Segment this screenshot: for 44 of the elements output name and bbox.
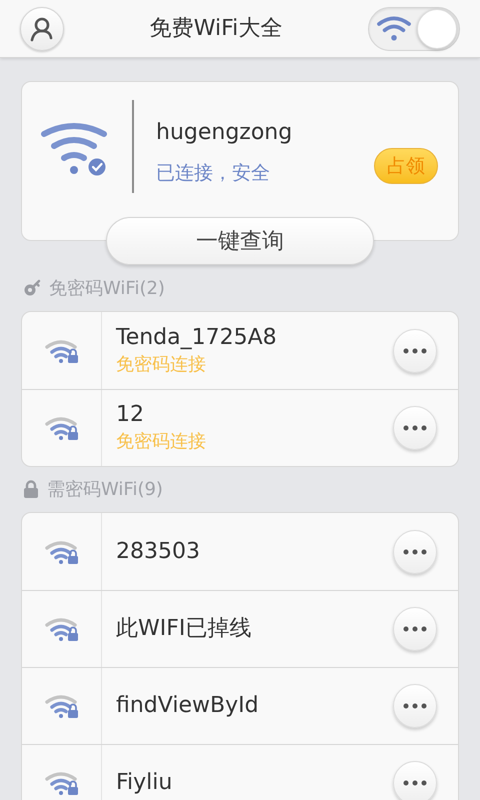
dots-icon — [403, 425, 427, 431]
network-name: Tenda_1725A8 — [116, 324, 278, 352]
network-row[interactable]: Tenda_1725A8 免密码连接 — [22, 312, 458, 389]
wifi-lock-icon — [44, 338, 80, 364]
wifi-toggle[interactable] — [368, 6, 460, 50]
user-icon — [29, 16, 55, 42]
section-title: 需密码WiFi(9) — [47, 478, 163, 502]
more-button[interactable] — [393, 406, 437, 450]
dots-icon — [403, 348, 427, 354]
section-title: 免密码WiFi(2) — [49, 276, 165, 300]
more-button[interactable] — [393, 761, 437, 800]
network-note: 免密码连接 — [116, 352, 207, 376]
toggle-knob — [417, 8, 457, 48]
lock-icon — [23, 480, 39, 498]
query-button[interactable]: 一键查询 — [106, 217, 374, 265]
wifi-lock-icon — [44, 538, 80, 564]
more-button[interactable] — [393, 328, 437, 372]
app-title: 免费WiFi大全 — [148, 15, 284, 43]
network-note: 免密码连接 — [116, 430, 207, 454]
network-row[interactable]: findViewById — [22, 667, 458, 744]
key-icon — [23, 279, 41, 297]
network-row[interactable]: Fiyliu — [22, 744, 458, 800]
wifi-lock-icon — [44, 693, 80, 719]
wifi-lock-icon — [44, 415, 80, 441]
network-name: hugengzong — [156, 119, 294, 147]
dots-icon — [403, 703, 427, 709]
dots-icon — [403, 626, 427, 632]
more-button[interactable] — [393, 684, 437, 728]
wifi-lock-icon — [44, 616, 80, 642]
network-row[interactable]: 此WIFI已掉线 — [22, 590, 458, 667]
network-row[interactable]: 283503 — [22, 513, 458, 590]
network-row[interactable]: 12 免密码连接 — [22, 389, 458, 466]
more-button[interactable] — [393, 530, 437, 574]
more-button[interactable] — [393, 607, 437, 651]
network-name: 此WIFI已掉线 — [116, 615, 252, 643]
network-name: Fiyliu — [116, 769, 174, 797]
wifi-lock-icon — [44, 770, 80, 796]
network-name: 283503 — [116, 538, 201, 566]
network-name: findViewById — [116, 692, 260, 720]
dots-icon — [403, 780, 427, 786]
profile-button[interactable] — [20, 6, 64, 50]
network-name: 12 — [116, 401, 145, 429]
dots-icon — [403, 548, 427, 554]
connection-status: 已连接，安全 — [156, 161, 271, 186]
